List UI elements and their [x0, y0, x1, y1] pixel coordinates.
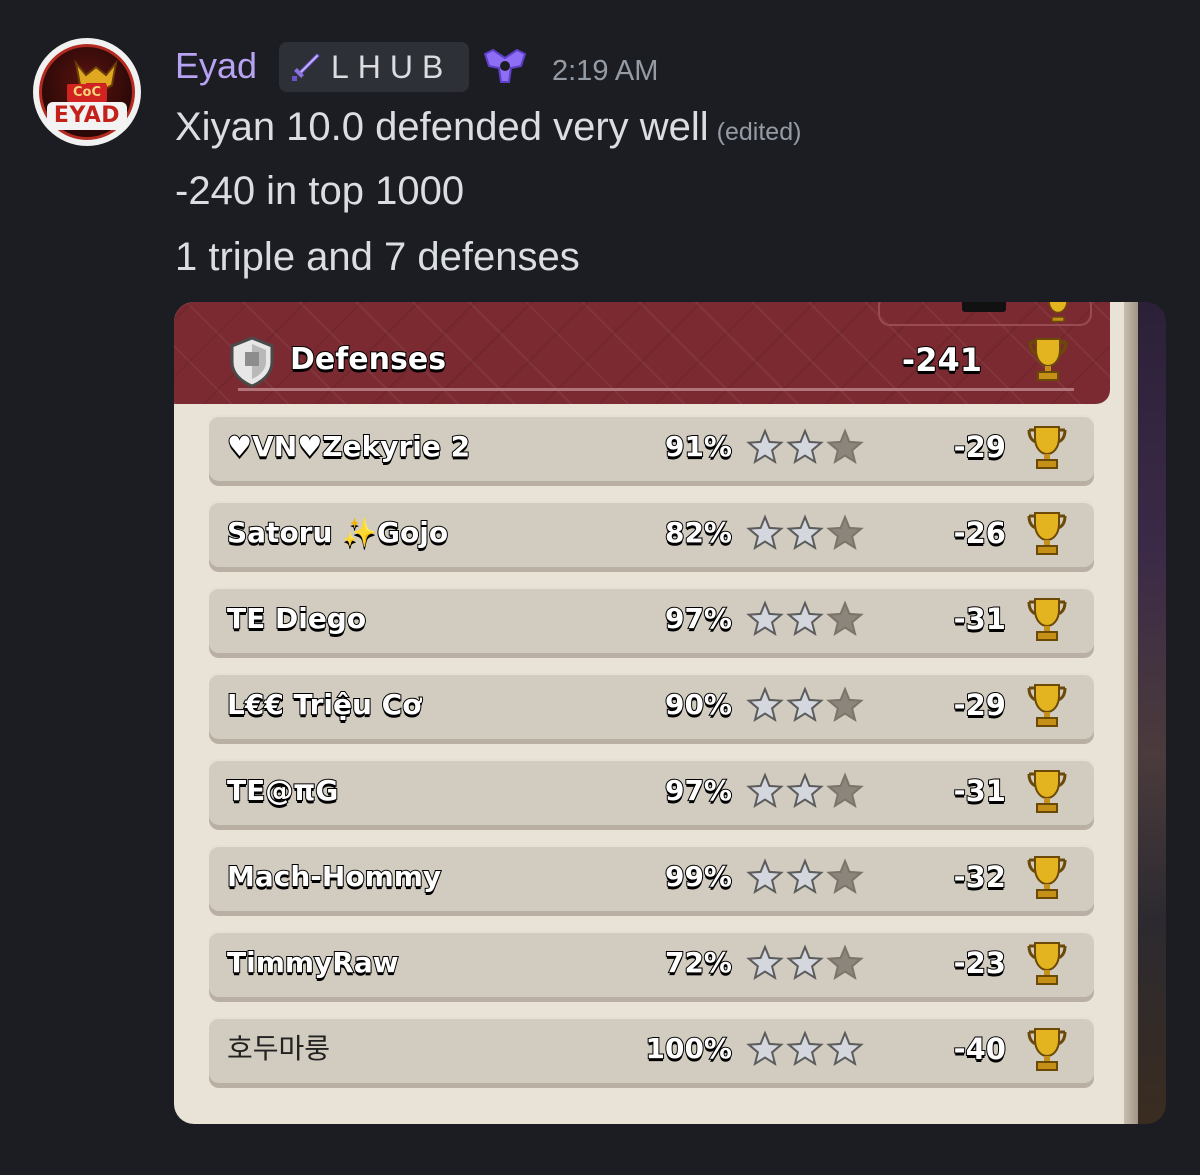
- star-empty-icon: [826, 600, 864, 636]
- attacker-name: TE@πG: [226, 773, 339, 808]
- defense-row[interactable]: TE Diego 97% -31: [209, 587, 1094, 653]
- star-filled-icon: [746, 600, 784, 636]
- attacker-name: TE Diego: [226, 601, 367, 636]
- trophy-change: -26: [953, 515, 1007, 551]
- username[interactable]: Eyad: [175, 42, 257, 90]
- star-filled-icon: [786, 1030, 824, 1066]
- attacker-name: 호두마룽: [227, 1032, 331, 1065]
- sword-icon: [292, 53, 320, 81]
- star-empty-icon: [826, 858, 864, 894]
- star-rating: [746, 428, 864, 464]
- panel-edge: [1124, 302, 1138, 1124]
- trophy-icon: [1027, 942, 1067, 985]
- destruction-percent: 100%: [644, 1031, 733, 1066]
- defenses-header: Defenses -241: [174, 302, 1110, 404]
- destruction-percent: 97%: [664, 773, 733, 808]
- star-filled-icon: [746, 686, 784, 722]
- guild-badge-icon[interactable]: [481, 48, 529, 86]
- trophy-change: -23: [953, 945, 1007, 981]
- defense-row[interactable]: Satoru ✨Gojo 82% -26: [209, 501, 1094, 567]
- defense-log-panel: Defenses -241 ♥VN♥Zekyrie 2 91% -29 Satoru …: [174, 302, 1138, 1124]
- attacker-name: Mach-Hommy: [226, 859, 442, 894]
- star-rating: [746, 514, 864, 550]
- trophy-change: -31: [953, 601, 1007, 637]
- star-filled-icon: [786, 686, 824, 722]
- star-filled-icon: [746, 858, 784, 894]
- defense-row[interactable]: 호두마룽 100% -40: [209, 1017, 1094, 1083]
- star-filled-icon: [786, 944, 824, 980]
- trophy-icon: [1027, 426, 1067, 469]
- star-filled-icon: [786, 428, 824, 464]
- edited-label: (edited): [716, 118, 802, 146]
- trophy-icon: [1027, 770, 1067, 813]
- message-line-3: 1 triple and 7 defenses: [175, 235, 580, 279]
- trophy-change: -40: [953, 1031, 1007, 1067]
- star-empty-icon: [826, 772, 864, 808]
- avatar-label: EYAD: [47, 102, 127, 130]
- star-filled-icon: [746, 772, 784, 808]
- trophy-change: -29: [953, 429, 1007, 465]
- star-filled-icon: [826, 1030, 864, 1066]
- star-filled-icon: [786, 600, 824, 636]
- star-rating: [746, 600, 864, 636]
- defense-row[interactable]: L€€ Triệu Cơ 90% -29: [209, 673, 1094, 739]
- defense-row[interactable]: TE@πG 97% -31: [209, 759, 1094, 825]
- star-rating: [746, 944, 864, 980]
- star-filled-icon: [786, 858, 824, 894]
- star-filled-icon: [786, 514, 824, 550]
- message-timestamp[interactable]: 2:19 AM: [552, 52, 658, 90]
- total-trophies: -241: [901, 340, 983, 380]
- attacker-name: Satoru ✨Gojo: [226, 515, 449, 550]
- star-filled-icon: [746, 514, 784, 550]
- message-line-1-text: Xiyan 10.0 defended very well: [175, 105, 709, 149]
- trophy-change: -32: [953, 859, 1007, 895]
- star-empty-icon: [826, 944, 864, 980]
- destruction-percent: 99%: [664, 859, 733, 894]
- trophy-icon: [1027, 1028, 1067, 1071]
- star-filled-icon: [746, 944, 784, 980]
- trophy-change: -31: [953, 773, 1007, 809]
- avatar-badge: CoC: [67, 84, 107, 102]
- star-rating: [746, 772, 864, 808]
- trophy-icon: [1027, 856, 1067, 899]
- message-line-1: Xiyan 10.0 defended very well (edited): [175, 101, 801, 158]
- server-tag-label: LHUB: [331, 49, 453, 85]
- star-filled-icon: [786, 772, 824, 808]
- attached-image[interactable]: Defenses -241 ♥VN♥Zekyrie 2 91% -29 Satoru …: [174, 302, 1166, 1124]
- destruction-percent: 97%: [664, 601, 733, 636]
- defense-list: ♥VN♥Zekyrie 2 91% -29 Satoru ✨Gojo 82% -26 TE …: [209, 415, 1094, 1103]
- defense-row[interactable]: Mach-Hommy 99% -32: [209, 845, 1094, 911]
- user-avatar[interactable]: CoC EYAD: [33, 38, 141, 146]
- previous-section-value: [962, 302, 1006, 312]
- attacker-name: TimmyRaw: [226, 945, 400, 980]
- star-rating: [746, 858, 864, 894]
- server-tag[interactable]: LHUB: [279, 42, 469, 92]
- attacker-name: L€€ Triệu Cơ: [226, 687, 422, 722]
- star-empty-icon: [826, 428, 864, 464]
- trophy-icon: [1028, 338, 1068, 381]
- trophy-change: -29: [953, 687, 1007, 723]
- defense-row[interactable]: ♥VN♥Zekyrie 2 91% -29: [209, 415, 1094, 481]
- trophy-icon: [1027, 684, 1067, 727]
- trophy-icon: [1027, 512, 1067, 555]
- star-filled-icon: [746, 428, 784, 464]
- star-empty-icon: [826, 686, 864, 722]
- star-rating: [746, 686, 864, 722]
- star-rating: [746, 1030, 864, 1066]
- attacker-name: ♥VN♥Zekyrie 2: [226, 429, 471, 464]
- message-line-2: -240 in top 1000: [175, 169, 465, 213]
- trophy-icon: [1048, 302, 1068, 323]
- trophy-icon: [1027, 598, 1067, 641]
- destruction-percent: 72%: [664, 945, 733, 980]
- header-divider: [238, 388, 1074, 391]
- destruction-percent: 91%: [664, 429, 733, 464]
- star-empty-icon: [826, 514, 864, 550]
- destruction-percent: 82%: [664, 515, 733, 550]
- star-filled-icon: [746, 1030, 784, 1066]
- shield-icon: [230, 336, 274, 388]
- section-title: Defenses: [289, 341, 447, 378]
- defense-row[interactable]: TimmyRaw 72% -23: [209, 931, 1094, 997]
- destruction-percent: 90%: [664, 687, 733, 722]
